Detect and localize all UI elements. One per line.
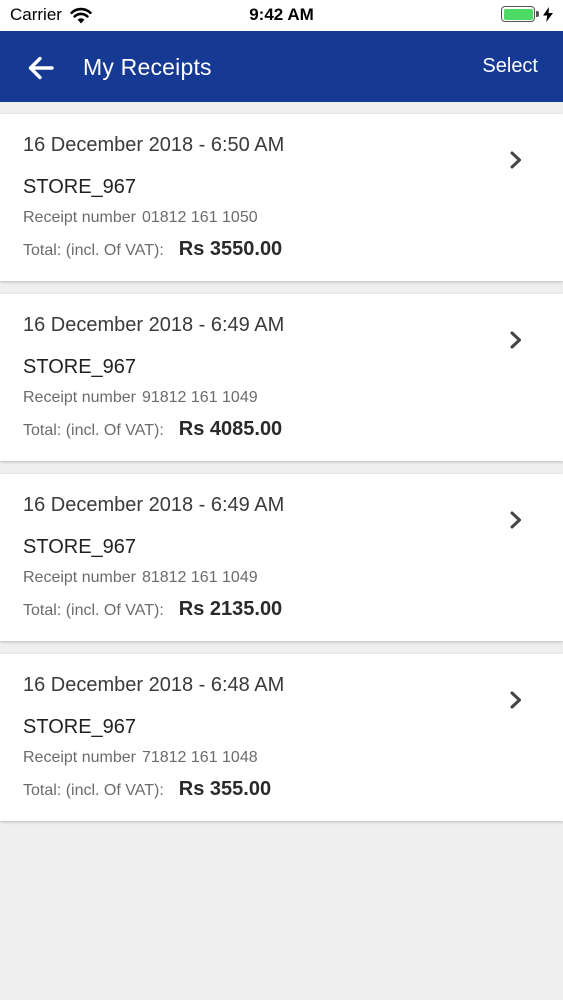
battery-indicator bbox=[501, 6, 553, 22]
total-label: Total: (incl. Of VAT): bbox=[23, 422, 164, 439]
arrow-left-icon[interactable] bbox=[26, 53, 56, 83]
battery-tip bbox=[536, 11, 539, 17]
store-name: STORE_967 bbox=[23, 176, 137, 198]
chevron-right-icon bbox=[510, 691, 521, 709]
total-row: Total: (incl. Of VAT): Rs 3550.00 bbox=[23, 238, 282, 261]
receipt-number-label: Receipt number bbox=[23, 749, 136, 766]
select-button[interactable]: Select bbox=[482, 55, 538, 78]
total-amount: Rs 3550.00 bbox=[178, 238, 283, 260]
total-amount: Rs 4085.00 bbox=[178, 418, 283, 440]
store-name: STORE_967 bbox=[23, 356, 137, 378]
receipt-number-value: 91812 161 1049 bbox=[141, 389, 258, 406]
app-bar: My Receipts Select bbox=[0, 31, 563, 102]
receipt-card[interactable]: 16 December 2018 - 6:50 AM STORE_967 Rec… bbox=[0, 114, 563, 281]
charging-bolt-icon bbox=[543, 6, 553, 22]
receipt-card[interactable]: 16 December 2018 - 6:48 AM STORE_967 Rec… bbox=[0, 654, 563, 821]
receipt-number-row: Receipt number 91812 161 1049 bbox=[23, 389, 258, 407]
receipt-date: 16 December 2018 - 6:50 AM bbox=[23, 134, 285, 156]
receipt-list: 16 December 2018 - 6:50 AM STORE_967 Rec… bbox=[0, 114, 563, 834]
total-amount: Rs 355.00 bbox=[178, 778, 272, 800]
battery-level bbox=[503, 8, 533, 20]
chevron-right-icon bbox=[510, 511, 521, 529]
receipt-date: 16 December 2018 - 6:49 AM bbox=[23, 314, 285, 336]
receipt-date: 16 December 2018 - 6:49 AM bbox=[23, 494, 285, 516]
total-row: Total: (incl. Of VAT): Rs 4085.00 bbox=[23, 418, 282, 441]
receipt-number-value: 71812 161 1048 bbox=[141, 749, 258, 766]
receipt-number-row: Receipt number 01812 161 1050 bbox=[23, 209, 258, 227]
total-row: Total: (incl. Of VAT): Rs 2135.00 bbox=[23, 598, 282, 621]
total-row: Total: (incl. Of VAT): Rs 355.00 bbox=[23, 778, 271, 801]
battery-icon bbox=[501, 6, 535, 22]
receipt-number-value: 01812 161 1050 bbox=[141, 209, 258, 226]
receipt-number-row: Receipt number 81812 161 1049 bbox=[23, 569, 258, 587]
store-name: STORE_967 bbox=[23, 536, 137, 558]
receipt-number-label: Receipt number bbox=[23, 569, 136, 586]
status-bar: Carrier 9:42 AM bbox=[0, 0, 563, 31]
status-time: 9:42 AM bbox=[249, 5, 314, 24]
store-name: STORE_967 bbox=[23, 716, 137, 738]
total-label: Total: (incl. Of VAT): bbox=[23, 242, 164, 259]
page-title: My Receipts bbox=[83, 54, 212, 80]
total-amount: Rs 2135.00 bbox=[178, 598, 283, 620]
receipt-number-row: Receipt number 71812 161 1048 bbox=[23, 749, 258, 767]
chevron-right-icon bbox=[510, 151, 521, 169]
total-label: Total: (incl. Of VAT): bbox=[23, 602, 164, 619]
receipt-date: 16 December 2018 - 6:48 AM bbox=[23, 674, 285, 696]
receipt-number-value: 81812 161 1049 bbox=[141, 569, 258, 586]
receipt-number-label: Receipt number bbox=[23, 389, 136, 406]
total-label: Total: (incl. Of VAT): bbox=[23, 782, 164, 799]
chevron-right-icon bbox=[510, 331, 521, 349]
receipt-card[interactable]: 16 December 2018 - 6:49 AM STORE_967 Rec… bbox=[0, 474, 563, 641]
receipt-number-label: Receipt number bbox=[23, 209, 136, 226]
receipt-card[interactable]: 16 December 2018 - 6:49 AM STORE_967 Rec… bbox=[0, 294, 563, 461]
